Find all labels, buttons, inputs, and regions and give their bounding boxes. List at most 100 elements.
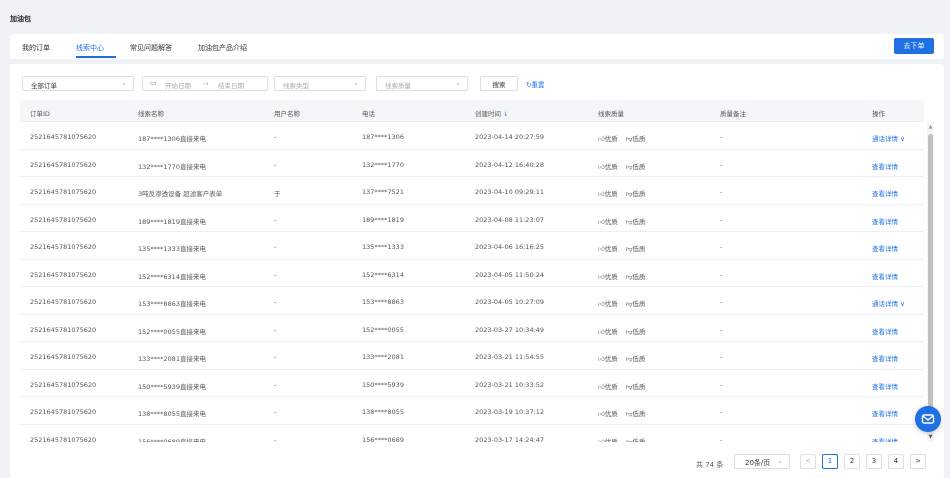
cell-lead-quality: 👍︎优质 👎︎低质 <box>598 408 645 418</box>
tab-faq[interactable]: 常见问题解答 <box>130 43 172 53</box>
mark-good-button[interactable]: 👍︎优质 <box>598 438 618 443</box>
cell-lead-quality: 👍︎优质 👎︎低质 <box>598 161 645 171</box>
prev-page-button[interactable]: < <box>800 454 816 469</box>
thumb-up-icon: 👍︎ <box>598 162 605 171</box>
mark-bad-button[interactable]: 👎︎低质 <box>626 410 646 418</box>
row-action-link[interactable]: 查看详情 <box>872 216 898 226</box>
mark-bad-button[interactable]: 👎︎低质 <box>626 355 646 363</box>
mark-good-button[interactable]: 👍︎优质 <box>598 300 618 308</box>
mark-good-button[interactable]: 👍︎优质 <box>598 163 618 171</box>
mark-bad-button[interactable]: 👎︎低质 <box>626 300 646 308</box>
quality-bad-label: 低质 <box>632 162 646 171</box>
cell-order-id: 2521645781075620 <box>30 380 97 389</box>
cell-lead-name: 138****8055直接来电 <box>138 410 206 418</box>
cell-phone: 152****0055 <box>362 325 404 334</box>
quality-good-label: 优质 <box>604 410 618 418</box>
cell-order-id: 2521645781075620 <box>30 270 97 279</box>
cell-lead-name: 135****1333直接来电 <box>138 245 206 253</box>
page-size-select[interactable]: 20条/页 ⌄ <box>734 454 790 469</box>
cell-user-name: - <box>274 215 277 224</box>
row-action-link[interactable]: 查看详情 <box>872 436 898 443</box>
date-range-picker[interactable]: ▭ 开始日期 → 结束日期 <box>142 76 268 91</box>
row-action-link[interactable]: 查看详情 <box>872 271 898 281</box>
lead-quality-select[interactable]: 线索质量 ⌄ <box>376 76 468 91</box>
cell-order-id: 2521645781075620 <box>30 408 97 416</box>
page-title: 加油包 <box>10 15 31 23</box>
row-action-link[interactable]: 通话详情 ∨ <box>872 133 905 143</box>
quality-good-label: 优质 <box>604 327 618 336</box>
row-action-link[interactable]: 查看详情 <box>872 243 898 253</box>
page-button-2[interactable]: 2 <box>844 454 860 469</box>
row-action-link[interactable]: 查看详情 <box>872 161 898 171</box>
mark-good-button[interactable]: 👍︎优质 <box>598 383 618 391</box>
next-page-button[interactable]: > <box>910 454 926 469</box>
page-button-4[interactable]: 4 <box>888 454 904 469</box>
row-action-link[interactable]: 查看详情 <box>872 188 898 198</box>
mark-bad-button[interactable]: 👎︎低质 <box>626 383 646 391</box>
mark-good-button[interactable]: 👍︎优质 <box>598 218 618 226</box>
sort-down-icon: ↓ <box>503 111 509 118</box>
cell-order-id: 2521645781075620 <box>30 353 97 361</box>
cell-lead-quality: 👍︎优质 👎︎低质 <box>598 216 645 226</box>
quality-bad-label: 低质 <box>632 437 646 443</box>
tab-lead-center[interactable]: 线索中心 <box>76 43 104 53</box>
mark-bad-button[interactable]: 👎︎低质 <box>626 245 646 253</box>
scroll-thumb[interactable] <box>928 134 933 424</box>
col-created-time[interactable]: 创建时间 ↓ <box>475 108 508 118</box>
mark-good-button[interactable]: 👍︎优质 <box>598 273 618 281</box>
mark-good-button[interactable]: 👍︎优质 <box>598 328 618 336</box>
col-lead-name: 线索名称 <box>138 110 164 118</box>
mark-bad-button[interactable]: 👎︎低质 <box>626 163 646 171</box>
mark-good-button[interactable]: 👍︎优质 <box>598 410 618 418</box>
cell-user-name: - <box>274 160 277 169</box>
cell-phone: 137****7521 <box>362 188 404 196</box>
quality-bad-label: 低质 <box>632 217 646 226</box>
thumb-up-icon: 👍︎ <box>598 355 605 363</box>
mark-bad-button[interactable]: 👎︎低质 <box>626 438 646 443</box>
row-action-link[interactable]: 查看详情 <box>872 381 898 391</box>
row-action-link[interactable]: 查看详情 <box>872 353 898 363</box>
cell-quality-note: - <box>720 133 723 141</box>
cell-quality-note: - <box>720 325 723 334</box>
col-order-id: 订单ID <box>30 110 50 118</box>
page-button-3[interactable]: 3 <box>866 454 882 469</box>
date-separator: → <box>203 80 209 88</box>
thumb-up-icon: 👍︎ <box>598 410 605 418</box>
table-row: 2521645781075620 150****5939直接来电 - 150****5… <box>20 370 924 397</box>
mark-good-button[interactable]: 👍︎优质 <box>598 355 618 363</box>
cell-lead-quality: 👍︎优质 👎︎低质 <box>598 188 645 198</box>
page-button-1[interactable]: 1 <box>822 454 838 469</box>
mark-bad-button[interactable]: 👎︎低质 <box>626 190 646 198</box>
order-select[interactable]: 全部订单 ⌄ <box>22 76 134 91</box>
mark-good-button[interactable]: 👍︎优质 <box>598 245 618 253</box>
cell-order-id: 2521645781075620 <box>30 298 97 306</box>
mark-bad-button[interactable]: 👎︎低质 <box>626 135 646 143</box>
cell-user-name: - <box>274 133 277 141</box>
reset-button[interactable]: ↻重置 <box>526 79 544 89</box>
scroll-up-icon[interactable]: ▲ <box>927 124 934 130</box>
quality-good-label: 优质 <box>604 162 618 171</box>
mark-bad-button[interactable]: 👎︎低质 <box>626 328 646 336</box>
table-scrollbar[interactable]: ▲ ▼ <box>927 122 934 442</box>
cell-phone: 138****8055 <box>362 408 404 416</box>
tab-my-orders[interactable]: 我的订单 <box>22 43 50 53</box>
quality-bad-label: 低质 <box>632 327 646 336</box>
cell-lead-name: 152****6314直接来电 <box>138 272 206 281</box>
mail-fab-button[interactable] <box>915 406 941 432</box>
mark-good-button[interactable]: 👍︎优质 <box>598 135 618 143</box>
tab-product-intro[interactable]: 加油包产品介绍 <box>198 43 247 53</box>
row-action-link[interactable]: 查看详情 <box>872 326 898 336</box>
mail-icon <box>921 414 935 424</box>
cell-user-name: - <box>274 298 277 306</box>
table-row: 2521645781075620 133****2081直接来电 - 133****2… <box>20 342 924 370</box>
place-order-button[interactable]: 去下单 <box>894 38 934 54</box>
row-action-link[interactable]: 通话详情 ∨ <box>872 298 905 308</box>
row-action-link[interactable]: 查看详情 <box>872 408 898 418</box>
thumb-up-icon: 👍︎ <box>598 300 605 308</box>
mark-bad-button[interactable]: 👎︎低质 <box>626 273 646 281</box>
search-button[interactable]: 搜索 <box>480 76 518 91</box>
lead-type-select[interactable]: 线索类型 ⌄ <box>274 76 366 91</box>
scroll-down-icon[interactable]: ▼ <box>927 434 934 440</box>
mark-bad-button[interactable]: 👎︎低质 <box>626 218 646 226</box>
mark-good-button[interactable]: 👍︎优质 <box>598 190 618 198</box>
